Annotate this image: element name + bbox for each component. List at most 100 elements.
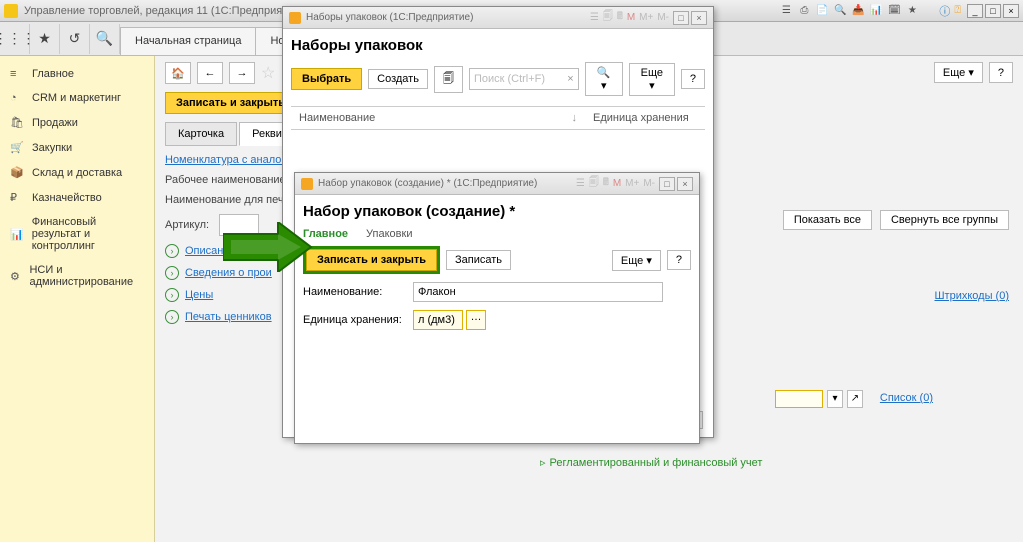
gear-icon: ⚙ xyxy=(10,270,21,283)
close-button[interactable]: × xyxy=(1003,4,1019,18)
show-all-button[interactable]: Показать все xyxy=(783,210,872,230)
sidebar-item-crm[interactable]: ◔CRM и маркетинг xyxy=(0,86,154,110)
header-icon[interactable]: 📄 xyxy=(815,4,829,18)
header-icon[interactable]: 🗓 xyxy=(887,4,901,18)
modal1-more[interactable]: Еще ▾ xyxy=(629,63,675,96)
modal2-title: Набор упаковок (создание) * (1С:Предприя… xyxy=(318,178,537,189)
sort-icon[interactable]: ↓ xyxy=(572,112,578,124)
minimize-button[interactable]: _ xyxy=(967,4,983,18)
list-link[interactable]: Список (0) xyxy=(880,392,933,404)
save-close-button[interactable]: Записать и закрыть xyxy=(165,92,296,114)
titlebar-icon[interactable]: M- xyxy=(657,12,669,23)
modal1-title: Наборы упаковок (1С:Предприятие) xyxy=(306,12,473,23)
help-button[interactable]: ? xyxy=(989,62,1013,83)
sidebar-item-sales[interactable]: 🛍Продажи xyxy=(0,110,154,135)
modal2-more[interactable]: Еще ▾ xyxy=(612,250,661,271)
forward-button[interactable]: → xyxy=(229,62,255,84)
modal1-help[interactable]: ? xyxy=(681,69,705,89)
header-icon[interactable]: 📥 xyxy=(851,4,865,18)
expand-icon: › xyxy=(165,288,179,302)
table-header: Наименование ↓ Единица хранения xyxy=(291,106,705,130)
more-button[interactable]: Еще ▾ xyxy=(934,62,983,83)
sidebar-item-label: Казначейство xyxy=(32,192,102,204)
sidebar-item-label: Склад и доставка xyxy=(32,167,122,179)
modal1-titlebar[interactable]: Наборы упаковок (1С:Предприятие) ☰ 🗐 🖩 M… xyxy=(283,7,713,29)
sidebar-item-label: Главное xyxy=(32,68,74,80)
titlebar-icon[interactable]: M+ xyxy=(625,178,639,189)
titlebar-icon[interactable]: 🗐 xyxy=(603,9,613,26)
sidebar-item-treasury[interactable]: ₽Казначейство xyxy=(0,185,154,210)
sidebar: ≡ Главное ◔CRM и маркетинг 🛍Продажи 🛒Заку… xyxy=(0,56,155,542)
titlebar-icon[interactable]: 🗐 xyxy=(589,175,599,192)
modal1-close[interactable]: × xyxy=(691,11,707,25)
tab-packages[interactable]: Упаковки xyxy=(366,228,412,240)
chart-icon: 📊 xyxy=(10,228,24,241)
sidebar-item-label: Закупки xyxy=(32,142,72,154)
maximize-button[interactable]: □ xyxy=(985,4,1001,18)
header-icon[interactable]: ⎙ xyxy=(797,4,811,18)
create-button[interactable]: Создать xyxy=(368,69,428,89)
star-icon[interactable]: ☆ xyxy=(261,63,275,83)
unit-input[interactable] xyxy=(413,310,463,330)
search-icon[interactable]: 🔍 xyxy=(90,24,120,54)
menu-icon: ≡ xyxy=(10,68,24,80)
tab-home[interactable]: Начальная страница xyxy=(120,27,256,55)
titlebar-icon[interactable]: M- xyxy=(643,178,655,189)
modal2-titlebar[interactable]: Набор упаковок (создание) * (1С:Предприя… xyxy=(295,173,699,195)
history-icon[interactable]: ↺ xyxy=(60,24,90,54)
collapse-button[interactable]: Свернуть все группы xyxy=(880,210,1009,230)
info-icon[interactable]: ⓘ xyxy=(939,3,950,19)
titlebar-icon[interactable]: M xyxy=(613,178,621,189)
select-button[interactable]: Выбрать xyxy=(291,68,362,90)
search-input[interactable]: Поиск (Ctrl+F)× xyxy=(469,68,579,90)
modal2-close[interactable]: × xyxy=(677,177,693,191)
modal2-header: Набор упаковок (создание) * xyxy=(303,203,691,220)
open-icon[interactable]: ↗ xyxy=(847,390,863,408)
help-icon[interactable]: ⍰ xyxy=(954,4,961,17)
sidebar-item-purchases[interactable]: 🛒Закупки xyxy=(0,135,154,160)
titlebar-icon[interactable]: ☰ xyxy=(576,178,585,189)
dropdown-icon[interactable]: ▾ xyxy=(827,390,843,408)
unit-picker-button[interactable]: … xyxy=(466,310,486,330)
yellow-input[interactable] xyxy=(775,390,823,408)
sidebar-item-main[interactable]: ≡ Главное xyxy=(0,62,154,86)
titlebar-icon[interactable]: 🖩 xyxy=(617,9,623,26)
similar-link[interactable]: Номенклатура с аналоги xyxy=(165,154,292,166)
col-unit[interactable]: Единица хранения xyxy=(585,107,705,129)
tab-card[interactable]: Карточка xyxy=(165,122,237,146)
save-close-button[interactable]: Записать и закрыть xyxy=(306,249,437,271)
sidebar-item-admin[interactable]: ⚙НСИ и администрирование xyxy=(0,258,154,294)
modal1-maximize[interactable]: □ xyxy=(673,11,689,25)
col-name[interactable]: Наименование xyxy=(299,112,375,124)
back-button[interactable]: ← xyxy=(197,62,223,84)
sidebar-item-finance[interactable]: 📊Финансовый результат и контроллинг xyxy=(0,210,154,258)
name-label: Наименование: xyxy=(303,286,413,298)
favorites-icon[interactable]: ★ xyxy=(30,24,60,54)
barcodes-link[interactable]: Штрихкоды (0) xyxy=(934,290,1009,302)
expand-icon: › xyxy=(165,266,179,280)
header-icon[interactable]: 📊 xyxy=(869,4,883,18)
modal1-header: Наборы упаковок xyxy=(291,37,705,54)
bag-icon: 🛍 xyxy=(10,116,24,129)
sidebar-item-warehouse[interactable]: 📦Склад и доставка xyxy=(0,160,154,185)
titlebar-icon[interactable]: M+ xyxy=(639,12,653,23)
name-input[interactable] xyxy=(413,282,663,302)
working-name-label: Рабочее наименование: xyxy=(165,174,289,186)
titlebar-icon[interactable]: ☰ xyxy=(590,12,599,23)
save-button[interactable]: Записать xyxy=(446,250,511,270)
titlebar-icon[interactable]: 🖩 xyxy=(603,175,609,192)
titlebar-icon[interactable]: M xyxy=(627,12,635,23)
search-button[interactable]: 🔍 ▾ xyxy=(585,62,623,96)
bottom-link[interactable]: ▹Регламентированный и финансовый учет xyxy=(540,456,762,469)
apps-icon[interactable]: ⋮⋮⋮ xyxy=(0,24,30,54)
modal-package-create: Набор упаковок (создание) * (1С:Предприя… xyxy=(294,172,700,444)
home-button[interactable]: 🏠 xyxy=(165,62,191,84)
modal2-help[interactable]: ? xyxy=(667,250,691,270)
header-icon[interactable]: ★ xyxy=(905,4,919,18)
modal2-maximize[interactable]: □ xyxy=(659,177,675,191)
expand-icon: › xyxy=(165,244,179,258)
header-icon[interactable]: ☰ xyxy=(779,4,793,18)
header-icon[interactable]: 🔍 xyxy=(833,4,847,18)
expand-icon: › xyxy=(165,310,179,324)
copy-button[interactable]: 🗐 xyxy=(434,66,463,93)
